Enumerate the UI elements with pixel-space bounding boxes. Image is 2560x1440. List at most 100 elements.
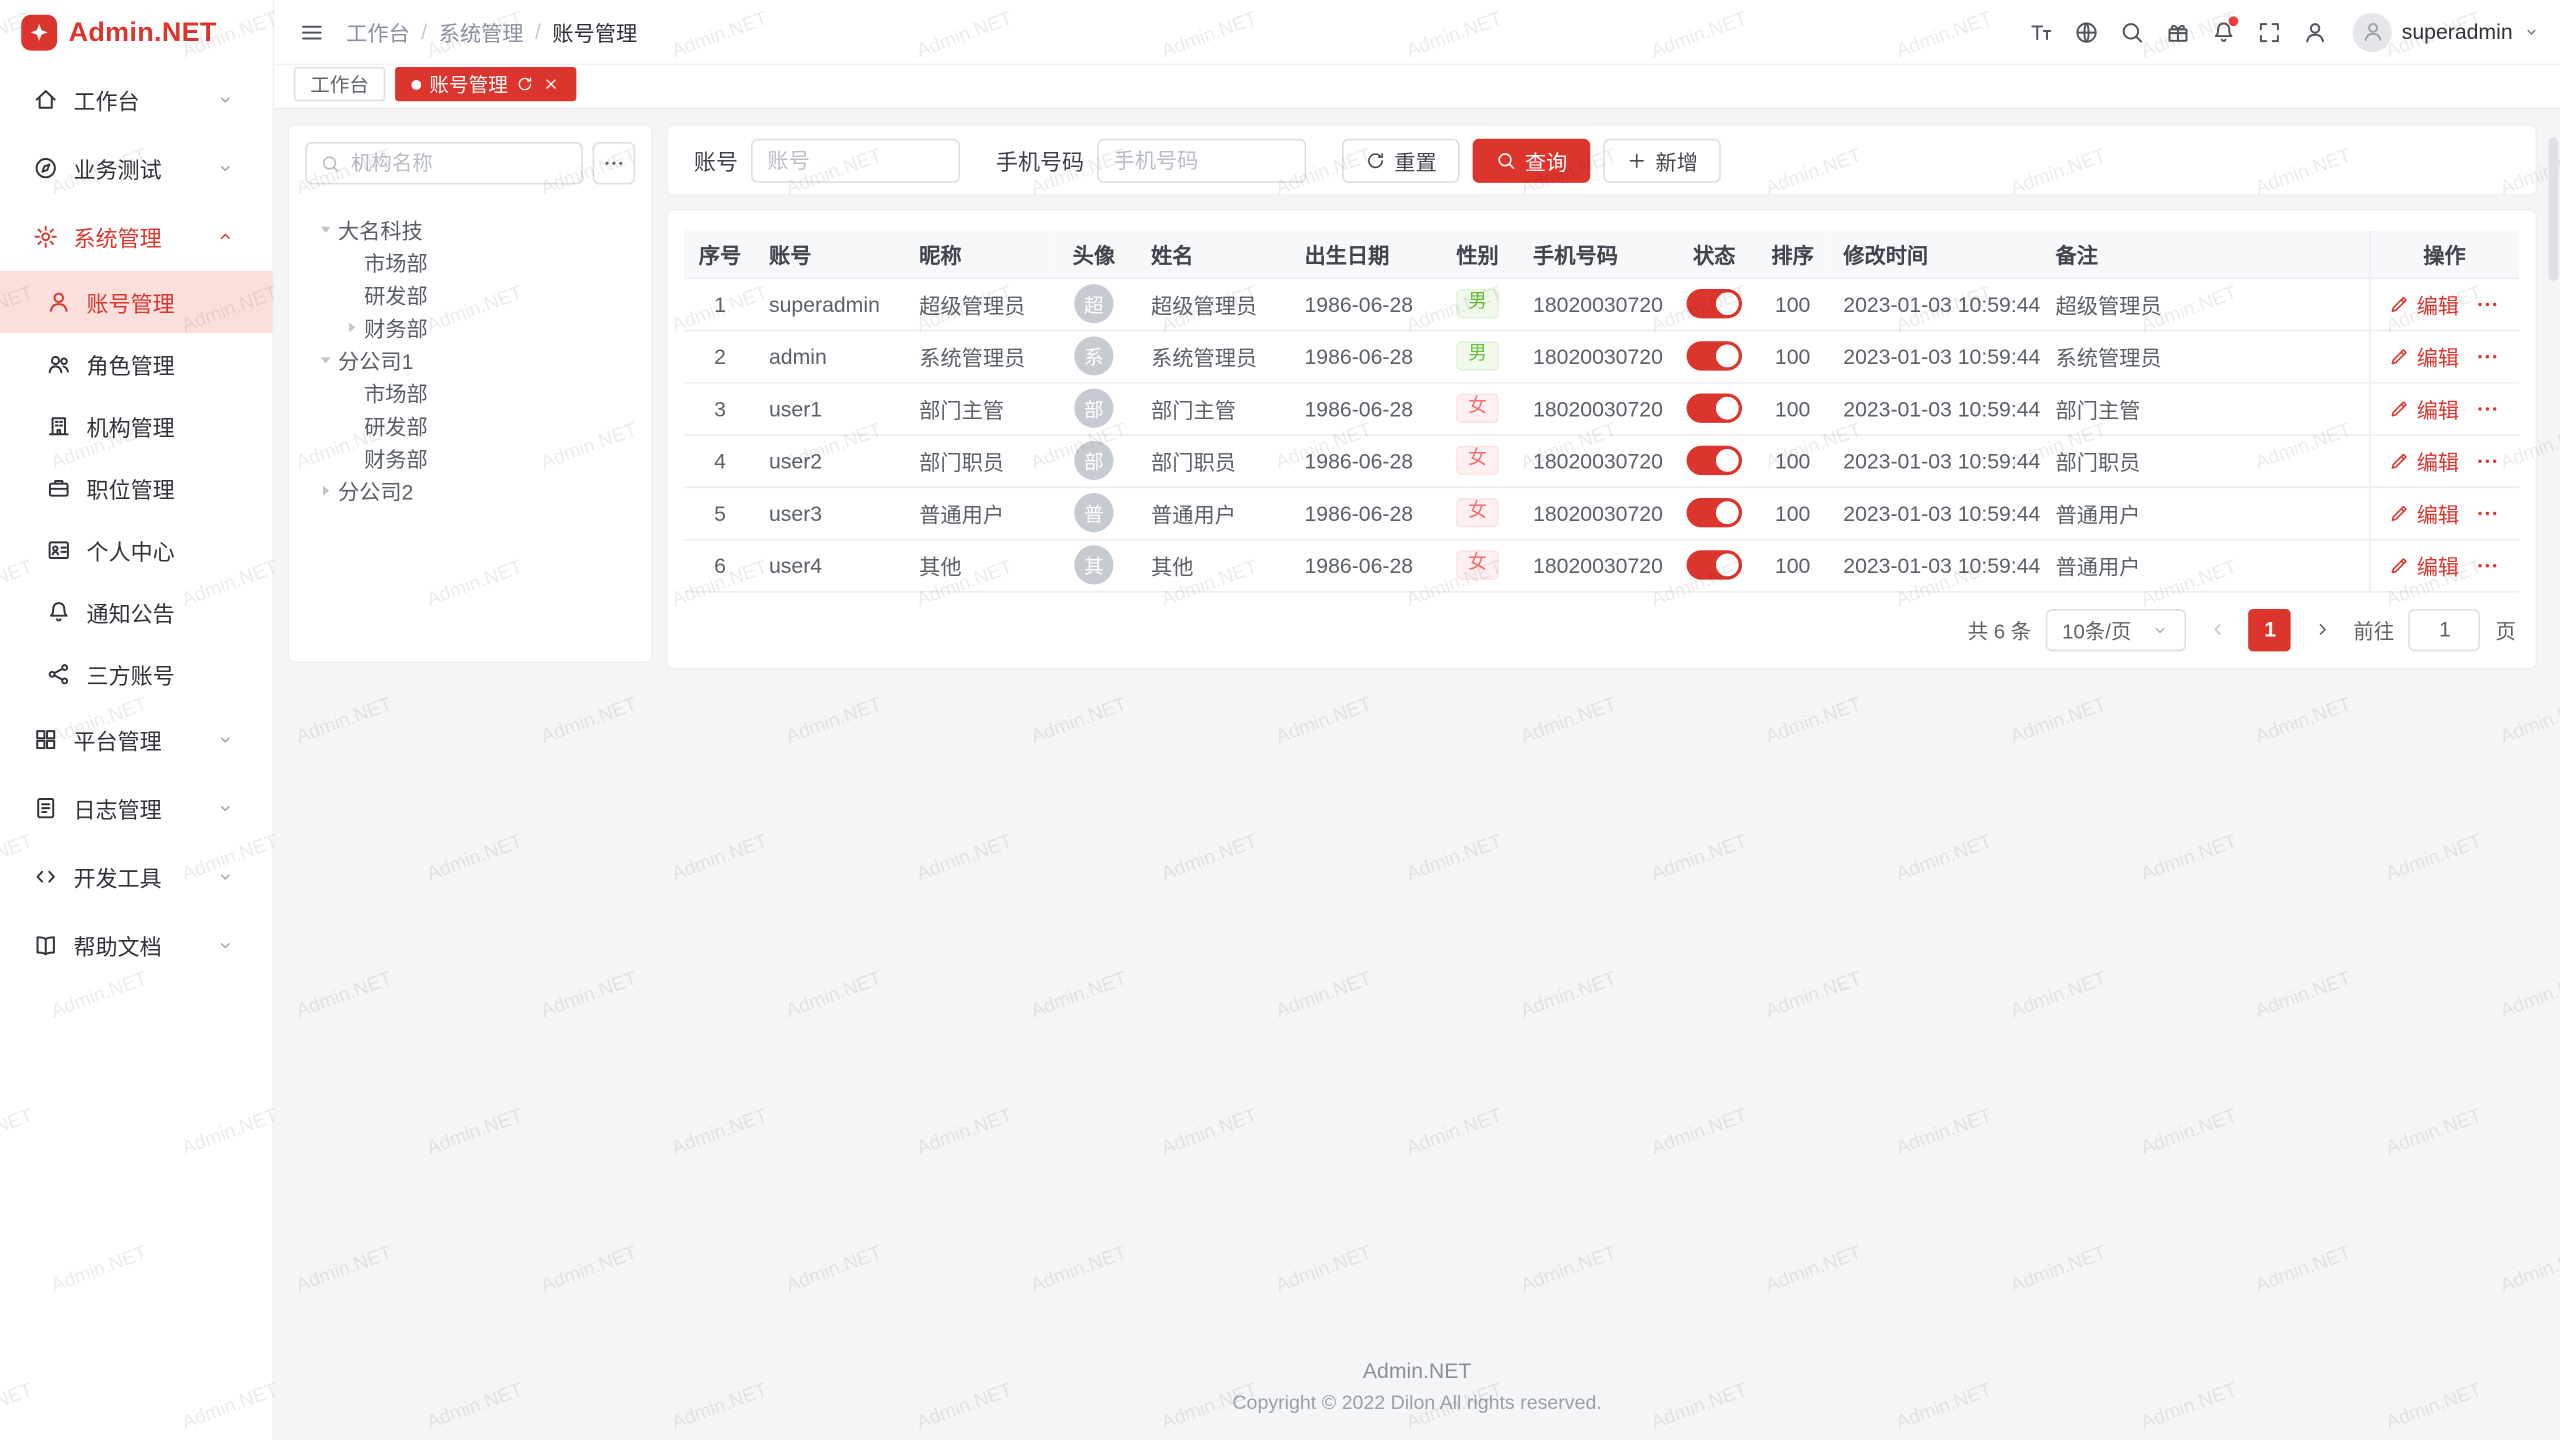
topbar: 工作台/系统管理/账号管理 superadmin [274,0,2560,65]
gift-button[interactable] [2157,11,2199,53]
tree-node-2[interactable]: 研发部 [305,278,635,311]
edit-button[interactable]: 编辑 [2389,497,2459,528]
sidebar-item-0[interactable]: 工作台 [0,65,273,134]
sidebar-item-3[interactable]: 平台管理 [0,705,273,774]
add-button[interactable]: 新增 [1603,138,1721,182]
tree-caret-icon[interactable] [312,477,338,503]
cell-seq: 3 [714,396,726,420]
tree-caret-icon[interactable] [312,216,338,242]
page-size-select[interactable]: 10条/页 [2046,608,2187,650]
sidebar-subitem-2-5[interactable]: 通知公告 [0,581,273,643]
tab-refresh-icon[interactable] [516,75,534,93]
tree-node-8[interactable]: 分公司2 [305,473,635,506]
users-icon [46,351,72,377]
status-switch[interactable] [1687,289,1743,318]
page-number-button[interactable]: 1 [2249,608,2291,650]
sidebar-item-5[interactable]: 开发工具 [0,842,273,911]
sidebar-item-6[interactable]: 帮助文档 [0,911,273,980]
tree-node-1[interactable]: 市场部 [305,245,635,278]
row-more-button[interactable] [2476,291,2500,315]
sidebar-item-4[interactable]: 日志管理 [0,774,273,843]
reset-button[interactable]: 重置 [1342,138,1460,182]
user-menu[interactable]: superadmin [2353,12,2541,51]
person-button[interactable] [2294,11,2336,53]
sidebar-subitem-2-0[interactable]: 账号管理 [0,271,273,333]
tree-caret-icon[interactable] [312,346,338,372]
menu-collapse-button[interactable] [291,11,333,53]
table-row: 1superadmin超级管理员超超级管理员1986-06-28男1802003… [684,278,2519,330]
cell-account: user2 [769,448,822,472]
tree-node-6[interactable]: 研发部 [305,408,635,441]
app-root: Admin.NET 工作台业务测试系统管理账号管理角色管理机构管理职位管理个人中… [0,0,2560,1440]
col-header-modified: 修改时间 [1830,230,2042,277]
sidebar-subitem-2-2[interactable]: 机构管理 [0,395,273,457]
row-more-button[interactable] [2476,344,2500,368]
edit-button[interactable]: 编辑 [2389,393,2459,424]
tree-node-0[interactable]: 大名科技 [305,212,635,245]
sidebar-item-label: 开发工具 [73,860,215,893]
edit-button[interactable]: 编辑 [2389,445,2459,476]
org-search-input[interactable] [351,152,568,175]
cell-phone: 18020030720 [1533,396,1663,420]
status-switch[interactable] [1687,498,1743,527]
cell-account: user4 [769,553,822,577]
row-more-button[interactable] [2476,396,2500,420]
fullscreen-button[interactable] [2248,11,2290,53]
briefcase-icon [46,475,72,501]
sidebar-menu: 工作台业务测试系统管理账号管理角色管理机构管理职位管理个人中心通知公告三方账号平… [0,65,273,979]
sidebar-subitem-2-1[interactable]: 角色管理 [0,333,273,395]
tree-caret-icon[interactable] [338,313,364,339]
tree-node-7[interactable]: 财务部 [305,441,635,474]
tree-node-4[interactable]: 分公司1 [305,343,635,376]
col-header-seq: 序号 [684,230,756,277]
sidebar-item-2[interactable]: 系统管理 [0,202,273,271]
row-more-button[interactable] [2476,553,2500,577]
edit-label: 编辑 [2417,340,2459,371]
user-avatar [2353,12,2392,51]
sidebar-subitem-2-3[interactable]: 职位管理 [0,457,273,519]
row-avatar: 普 [1074,493,1113,532]
cell-birthdate: 1986-06-28 [1304,344,1413,368]
app-logo[interactable]: Admin.NET [0,0,273,65]
bell-button[interactable] [2203,11,2245,53]
font-size-button[interactable] [2020,11,2062,53]
next-page-button[interactable] [2306,608,2339,650]
breadcrumb-item-0[interactable]: 工作台 [346,16,410,47]
row-more-button[interactable] [2476,500,2500,524]
status-switch[interactable] [1687,550,1743,579]
status-switch[interactable] [1687,393,1743,422]
search-button[interactable] [2111,11,2153,53]
page-size-value: 10条/页 [2062,614,2131,645]
grid-icon [33,727,59,753]
tree-node-3[interactable]: 财务部 [305,310,635,343]
globe-button[interactable] [2065,11,2107,53]
row-more-button[interactable] [2476,448,2500,472]
breadcrumb-item-2[interactable]: 账号管理 [552,16,637,47]
breadcrumb-item-1[interactable]: 系统管理 [439,16,524,47]
sidebar-item-1[interactable]: 业务测试 [0,134,273,203]
tree-node-5[interactable]: 市场部 [305,376,635,409]
account-input[interactable] [751,138,960,182]
edit-button[interactable]: 编辑 [2389,288,2459,319]
phone-input[interactable] [1097,138,1306,182]
work-area: 账号 手机号码 重置 [666,124,2537,668]
tab-1[interactable]: 账号管理 [395,67,576,101]
goto-page-input[interactable] [2409,608,2481,650]
scrollbar-thumb[interactable] [2549,137,2559,281]
cell-remark: 系统管理员 [2056,345,2162,369]
status-switch[interactable] [1687,341,1743,370]
sidebar-subitem-2-4[interactable]: 个人中心 [0,519,273,581]
status-switch[interactable] [1687,446,1743,475]
edit-button[interactable]: 编辑 [2389,549,2459,580]
cell-seq: 4 [714,448,726,472]
sidebar-subitem-2-6[interactable]: 三方账号 [0,643,273,705]
org-more-button[interactable] [593,142,635,184]
tab-label: 账号管理 [429,70,507,98]
search-button[interactable]: 查询 [1473,138,1591,182]
org-search-row [305,142,635,184]
tab-0[interactable]: 工作台 [294,67,385,101]
cell-account: user3 [769,500,822,524]
edit-button[interactable]: 编辑 [2389,340,2459,371]
prev-page-button[interactable] [2202,608,2235,650]
tab-close-icon[interactable] [542,75,560,93]
